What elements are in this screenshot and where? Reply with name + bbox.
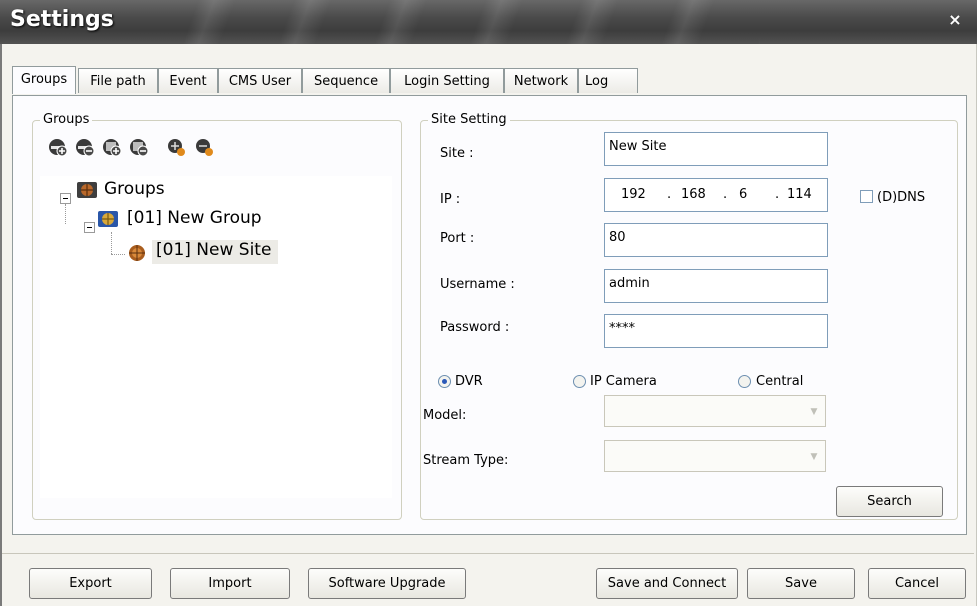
group-icon [98, 211, 118, 227]
save-and-connect-button[interactable]: Save and Connect [596, 568, 738, 599]
root-group-icon [77, 182, 97, 198]
stream-type-dropdown[interactable]: ▼ [604, 440, 826, 472]
model-dropdown[interactable]: ▼ [604, 395, 826, 427]
import-button[interactable]: Import [170, 568, 290, 599]
ddns-checkbox[interactable] [860, 190, 873, 203]
ip-octet-4[interactable]: 114 [787, 187, 812, 202]
import-site-icon[interactable] [166, 137, 186, 157]
tree-root-label[interactable]: Groups [104, 179, 165, 199]
tab-event[interactable]: Event [158, 68, 218, 93]
central-radio[interactable] [738, 375, 751, 388]
port-input[interactable]: 80 [604, 223, 828, 257]
port-label: Port : [440, 231, 475, 246]
ip-dot: . [775, 187, 780, 202]
ddns-label[interactable]: (D)DNS [877, 190, 925, 205]
stream-type-label: Stream Type: [423, 453, 509, 468]
ip-label: IP : [440, 192, 461, 207]
tree-group-label[interactable]: [01] New Group [127, 208, 262, 228]
central-radio-label[interactable]: Central [756, 374, 803, 389]
username-label: Username : [440, 277, 515, 292]
site-name-input[interactable]: New Site [604, 132, 828, 166]
software-upgrade-button[interactable]: Software Upgrade [308, 568, 466, 599]
tree-line [111, 254, 125, 256]
chevron-down-icon: ▼ [810, 452, 818, 462]
ip-camera-radio[interactable] [573, 375, 586, 388]
dvr-radio[interactable] [438, 375, 451, 388]
export-button[interactable]: Export [29, 568, 152, 599]
chevron-down-icon: ▼ [810, 407, 818, 417]
window-title: Settings [10, 7, 114, 32]
tab-file-path[interactable]: File path [78, 68, 158, 93]
tab-cms-user[interactable]: CMS User [218, 68, 302, 93]
tree-line [111, 232, 113, 254]
tab-network[interactable]: Network [504, 68, 578, 93]
ip-address-input[interactable]: 192 . 168 . 6 . 114 [604, 178, 828, 212]
password-label: Password : [440, 320, 510, 335]
site-icon [129, 245, 145, 261]
add-site-icon[interactable] [102, 137, 122, 157]
close-icon[interactable]: × [944, 10, 966, 30]
footer-separator [2, 553, 974, 554]
tab-login-setting[interactable]: Login Setting [390, 68, 504, 93]
tab-groups[interactable]: Groups [12, 66, 76, 94]
username-input[interactable]: admin [604, 269, 828, 303]
add-group-icon[interactable] [48, 137, 68, 157]
ip-dot: . [723, 187, 728, 202]
site-setting-legend: Site Setting [428, 112, 510, 127]
search-button[interactable]: Search [836, 486, 943, 517]
tree-line [65, 204, 67, 224]
remove-site-icon[interactable] [129, 137, 149, 157]
model-label: Model: [423, 408, 467, 423]
collapse-icon[interactable] [84, 222, 95, 233]
ip-octet-2[interactable]: 168 [681, 187, 706, 202]
ip-octet-1[interactable]: 192 [621, 187, 646, 202]
ip-camera-radio-label[interactable]: IP Camera [590, 374, 657, 389]
groups-legend: Groups [40, 112, 93, 127]
password-input[interactable]: **** [604, 314, 828, 348]
remove-group-icon[interactable] [75, 137, 95, 157]
site-label: Site : [440, 146, 474, 161]
ip-octet-3[interactable]: 6 [739, 187, 747, 202]
title-bar: Settings × [0, 0, 977, 44]
tree-site-label[interactable]: [01] New Site [156, 240, 271, 260]
cancel-button[interactable]: Cancel [868, 568, 966, 599]
export-site-icon[interactable] [194, 137, 214, 157]
ip-dot: . [667, 187, 672, 202]
save-button[interactable]: Save [747, 568, 855, 599]
dvr-radio-label[interactable]: DVR [455, 374, 483, 389]
collapse-icon[interactable] [60, 193, 71, 204]
tab-sequence[interactable]: Sequence [302, 68, 390, 93]
tab-log[interactable]: Log [578, 68, 638, 93]
